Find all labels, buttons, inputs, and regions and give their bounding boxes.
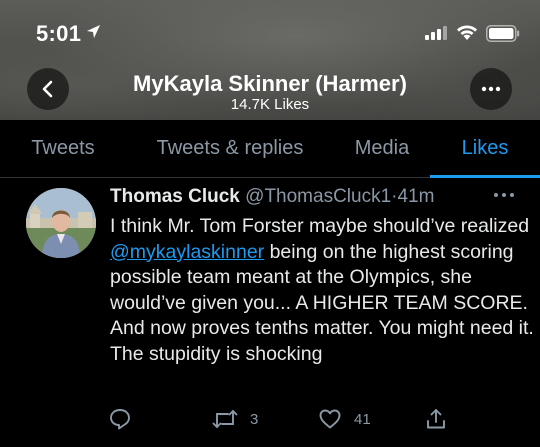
more-options-button[interactable] (470, 68, 512, 110)
more-horizontal-icon[interactable] (493, 190, 515, 200)
location-arrow-icon (86, 24, 101, 39)
tweet-timestamp[interactable]: 41m (397, 186, 434, 207)
wifi-icon (457, 25, 477, 40)
like-button[interactable]: 41 (318, 406, 371, 432)
retweet-count: 3 (250, 410, 259, 428)
retweet-icon (212, 410, 238, 428)
share-icon (427, 409, 445, 429)
avatar-photo (26, 188, 96, 258)
profile-tabs: Tweets Tweets & replies Media Likes (0, 120, 540, 178)
reply-button[interactable] (108, 406, 132, 432)
cellular-signal-icon (425, 26, 447, 40)
status-bar: 5:01 (0, 0, 540, 62)
tweet-text: I think Mr. Tom Forster maybe should’ve … (110, 214, 535, 368)
tab-likes[interactable]: Likes (430, 120, 540, 178)
profile-likes-count: 14.7K Likes (230, 96, 310, 113)
status-time: 5:01 (36, 21, 82, 46)
profile-name: MyKayla Skinner (Harmer) (133, 71, 407, 96)
battery-icon (486, 25, 520, 42)
like-count: 41 (354, 410, 371, 428)
tweet-actions: 3 41 (0, 406, 540, 436)
heart-icon (319, 409, 341, 429)
reply-icon (110, 409, 130, 430)
author-handle[interactable]: @ThomasCluck1 (245, 186, 391, 207)
tweet-header: Thomas Cluck @ThomasCluck1·41m (110, 186, 530, 214)
tweet[interactable]: Thomas Cluck @ThomasCluck1·41m I think M… (0, 178, 540, 447)
tab-media[interactable]: Media (334, 120, 430, 178)
avatar[interactable] (26, 188, 96, 258)
tab-tweets[interactable]: Tweets (0, 120, 126, 178)
tab-tweets-and-replies[interactable]: Tweets & replies (126, 120, 334, 178)
share-button[interactable] (424, 406, 448, 432)
author-name[interactable]: Thomas Cluck (110, 186, 240, 207)
tweet-text-part: I think Mr. Tom Forster maybe should’ve … (110, 215, 530, 237)
more-horizontal-icon (481, 86, 501, 92)
retweet-button[interactable]: 3 (212, 406, 258, 432)
profile-header-banner: 5:01 MyKayla Skinner (Harmer) 14.7K Like… (0, 0, 540, 120)
mention-link[interactable]: @mykaylaskinner (110, 241, 264, 263)
